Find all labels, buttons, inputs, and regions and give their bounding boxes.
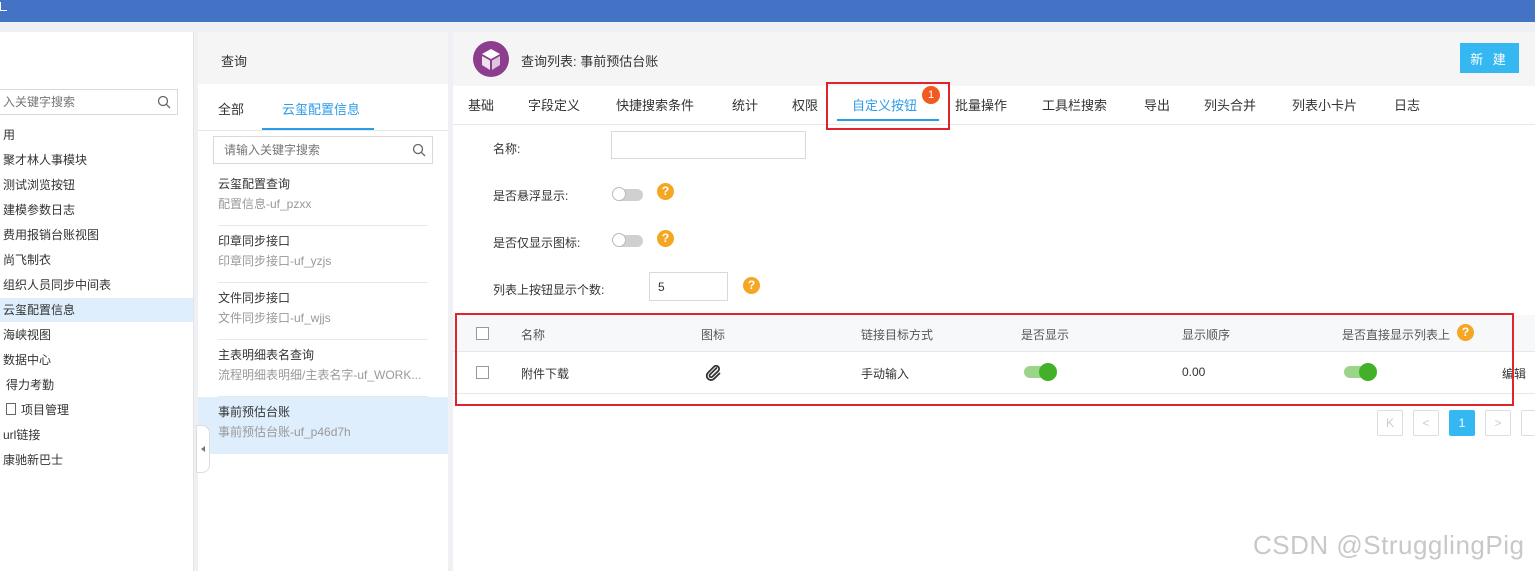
tab-toolbar-search[interactable]: 工具栏搜索 <box>1042 95 1107 114</box>
help-icon[interactable]: ? <box>743 277 760 294</box>
document-icon <box>6 403 16 415</box>
watermark: CSDN @StrugglingPig <box>1253 530 1525 560</box>
tab-export[interactable]: 导出 <box>1144 95 1170 114</box>
tab-yunxi-config[interactable]: 云玺配置信息 <box>282 99 360 118</box>
name-label: 名称: <box>493 142 521 156</box>
tree-item[interactable]: 费用报销台账视图 <box>3 223 99 247</box>
tab-log[interactable]: 日志 <box>1394 95 1420 114</box>
query-list-item[interactable]: 文件同步接口文件同步接口-uf_wjjs <box>198 283 448 340</box>
tree-item-project[interactable]: 项目管理 <box>3 398 69 422</box>
tab-field-definition[interactable]: 字段定义 <box>528 95 580 114</box>
page-title: 查询列表: 事前预估台账 <box>521 54 659 69</box>
tab-permissions[interactable]: 权限 <box>792 95 818 114</box>
query-item-subtitle: 流程明细表明细/主表名字-uf_WORK... <box>218 368 422 382</box>
tab-batch-operations[interactable]: 批量操作 <box>955 95 1007 114</box>
tree-item[interactable]: 用 <box>3 123 15 147</box>
highlight-box-table <box>455 313 1514 406</box>
tree-item[interactable]: 得力考勤 <box>6 373 54 397</box>
highlight-box-tab <box>826 82 950 130</box>
query-item-subtitle: 配置信息-uf_pzxx <box>218 197 312 211</box>
icon-only-label: 是否仅显示图标: <box>493 236 581 250</box>
tab-quick-search[interactable]: 快捷搜索条件 <box>616 95 694 114</box>
collapse-panel-handle[interactable] <box>196 425 210 473</box>
tree-item[interactable]: url链接 <box>3 423 40 447</box>
query-list-item[interactable]: 印章同步接口印章同步接口-uf_yzjs <box>198 226 448 283</box>
query-list-panel: 查询 全部 云玺配置信息 云玺配置查询配置信息-uf_pzxx 印章同步接口印章… <box>198 32 448 571</box>
icon-only-toggle[interactable] <box>612 233 643 247</box>
tree-item[interactable]: 海峡视图 <box>3 323 51 347</box>
next-page-button[interactable]: > <box>1485 410 1511 436</box>
corner-mark <box>0 2 7 11</box>
query-search-box[interactable] <box>213 136 433 164</box>
tree-item-active[interactable]: 云玺配置信息 <box>0 298 193 322</box>
query-list-item-active[interactable]: 事前预估台账事前预估台账-uf_p46d7h <box>198 397 448 454</box>
query-list-item[interactable]: 云玺配置查询配置信息-uf_pzxx <box>198 169 448 226</box>
query-item-subtitle: 事前预估台账-uf_p46d7h <box>218 425 351 439</box>
query-item-title: 文件同步接口 <box>218 291 291 305</box>
query-list-item[interactable]: 主表明细表名查询流程明细表明细/主表名字-uf_WORK... <box>198 340 448 397</box>
query-search-input[interactable] <box>222 137 406 163</box>
tree-item[interactable]: 测试浏览按钮 <box>3 173 75 197</box>
tree-search-input[interactable] <box>1 90 155 114</box>
tab-basic[interactable]: 基础 <box>468 95 494 114</box>
tree-item[interactable]: 康驰新巴士 <box>3 448 63 472</box>
tab-all[interactable]: 全部 <box>218 99 244 118</box>
search-icon[interactable] <box>157 95 171 109</box>
top-gap <box>0 22 1535 32</box>
query-item-subtitle: 印章同步接口-uf_yzjs <box>218 254 332 268</box>
help-icon[interactable]: ? <box>657 230 674 247</box>
last-page-button[interactable] <box>1521 410 1535 436</box>
tree-item[interactable]: 聚才林人事模块 <box>3 148 87 172</box>
button-count-label: 列表上按钮显示个数: <box>493 283 605 297</box>
help-icon[interactable]: ? <box>657 183 674 200</box>
page-button[interactable]: 1 <box>1449 410 1475 436</box>
tab-statistics[interactable]: 统计 <box>732 95 758 114</box>
query-panel-header: 查询 <box>198 32 448 84</box>
name-input[interactable] <box>611 131 806 159</box>
top-bar <box>0 0 1535 22</box>
tree-item[interactable]: 建模参数日志 <box>3 198 75 222</box>
cube-logo-icon <box>473 41 509 77</box>
tree-item-label: 项目管理 <box>21 403 70 417</box>
button-count-input[interactable] <box>649 272 728 301</box>
tree-item[interactable]: 组织人员同步中间表 <box>3 273 111 297</box>
tree-item[interactable]: 尚飞制衣 <box>3 248 51 272</box>
float-display-toggle[interactable] <box>612 187 643 201</box>
query-panel-title: 查询 <box>221 54 248 69</box>
tree-item[interactable]: 数据中心 <box>3 348 51 372</box>
divider <box>198 130 448 131</box>
tree-search-box[interactable] <box>0 89 178 115</box>
query-item-subtitle: 文件同步接口-uf_wjjs <box>218 311 331 325</box>
query-detail-panel: 查询列表: 事前预估台账 新 建 基础 字段定义 快捷搜索条件 统计 权限 自定… <box>453 32 1535 571</box>
prev-page-button[interactable]: < <box>1413 410 1439 436</box>
first-page-button[interactable]: K <box>1377 410 1403 436</box>
detail-header: 查询列表: 事前预估台账 新 建 <box>453 32 1535 86</box>
query-item-title: 主表明细表名查询 <box>218 348 315 362</box>
query-item-title: 事前预估台账 <box>218 405 291 419</box>
query-item-title: 印章同步接口 <box>218 234 291 248</box>
query-item-title: 云玺配置查询 <box>218 177 291 191</box>
config-tabs: 基础 字段定义 快捷搜索条件 统计 权限 自定义按钮 批量操作 工具栏搜索 导出… <box>453 86 1535 125</box>
new-button[interactable]: 新 建 <box>1460 43 1519 73</box>
tab-list-card[interactable]: 列表小卡片 <box>1292 95 1357 114</box>
float-display-label: 是否悬浮显示: <box>493 189 569 203</box>
tab-column-header-merge[interactable]: 列头合并 <box>1204 95 1256 114</box>
search-icon[interactable] <box>412 143 426 157</box>
module-tree-panel: 用 聚才林人事模块 测试浏览按钮 建模参数日志 费用报销台账视图 尚飞制衣 组织… <box>0 32 194 571</box>
